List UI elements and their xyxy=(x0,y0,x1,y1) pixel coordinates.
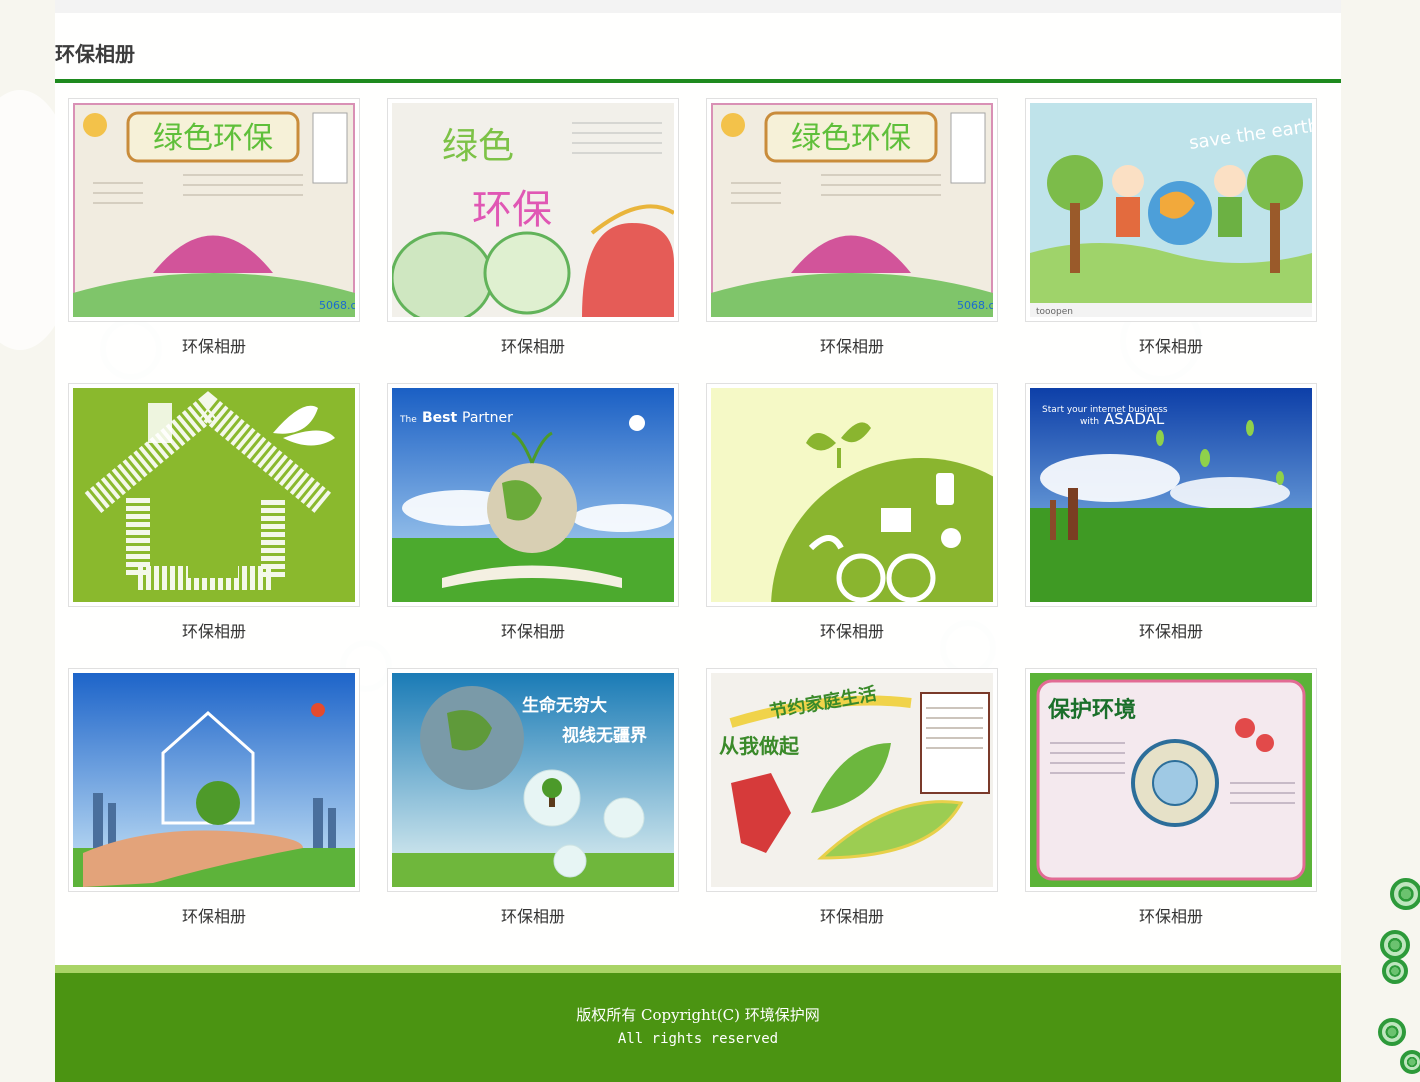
gallery-caption[interactable]: 环保相册 xyxy=(1025,903,1317,927)
poster-site: 5068.com xyxy=(319,299,355,312)
image-text: Best xyxy=(422,410,457,426)
poster-title: 环保 xyxy=(472,187,552,233)
title-divider xyxy=(55,79,1341,83)
poster-title: 绿色 xyxy=(442,126,514,167)
poster-title: 绿色环保 xyxy=(153,121,273,156)
gallery-caption[interactable]: 环保相册 xyxy=(706,903,998,927)
footer-rights: All rights reserved xyxy=(617,1031,779,1047)
gallery-item[interactable]: 保护环境 环保相册 xyxy=(1025,668,1317,927)
gallery-thumbnail[interactable] xyxy=(68,383,360,607)
gallery-thumbnail[interactable]: 节约家庭生活 从我做起 xyxy=(706,668,998,892)
gallery-caption[interactable]: 环保相册 xyxy=(387,333,679,357)
gallery-caption[interactable]: 环保相册 xyxy=(1025,333,1317,357)
gallery-thumbnail[interactable]: 绿色环保 5068.com xyxy=(68,98,360,322)
gallery-caption[interactable]: 环保相册 xyxy=(387,903,679,927)
poster-site: 5068.com xyxy=(957,299,993,312)
footer-stripe xyxy=(55,965,1341,973)
image-text: 从我做起 xyxy=(719,734,800,758)
image-brand: tooopen xyxy=(1036,307,1073,317)
gallery-item[interactable]: 环保相册 xyxy=(68,668,360,927)
gallery-caption[interactable]: 环保相册 xyxy=(68,903,360,927)
gallery-thumbnail[interactable] xyxy=(706,383,998,607)
gallery-item[interactable]: The Best Partner 环保相册 xyxy=(387,383,679,642)
image-text: 保护环境 xyxy=(1047,697,1136,723)
gallery-item[interactable]: 绿色 环保 环保相册 xyxy=(387,98,679,357)
gallery-thumbnail[interactable]: Start your internet business with ASADAL xyxy=(1025,383,1317,607)
decorative-green-dots xyxy=(1368,870,1420,1082)
gallery-thumbnail[interactable] xyxy=(68,668,360,892)
poster-title: 绿色环保 xyxy=(791,121,911,156)
gallery-caption[interactable]: 环保相册 xyxy=(68,618,360,642)
section-title: 环保相册 xyxy=(55,42,135,66)
gallery-item[interactable]: 生命无穷大 视线无疆界 环保相册 xyxy=(387,668,679,927)
gallery-caption[interactable]: 环保相册 xyxy=(706,618,998,642)
gallery-caption[interactable]: 环保相册 xyxy=(1025,618,1317,642)
gallery-thumbnail[interactable]: 绿色 环保 xyxy=(387,98,679,322)
gallery-item[interactable]: 绿色环保 5068.com 环保相册 xyxy=(68,98,360,357)
image-text: 视线无疆界 xyxy=(562,725,647,746)
gallery-thumbnail[interactable]: 保护环境 xyxy=(1025,668,1317,892)
gallery-item[interactable]: save the earth tooopen 环保相册 xyxy=(1025,98,1317,357)
gallery-thumbnail[interactable]: 绿色环保 5068.com xyxy=(706,98,998,322)
gallery-item[interactable]: Start your internet business with ASADAL… xyxy=(1025,383,1317,642)
image-text: 生命无穷大 xyxy=(522,695,607,716)
gallery-thumbnail[interactable]: The Best Partner xyxy=(387,383,679,607)
gallery-caption[interactable]: 环保相册 xyxy=(706,333,998,357)
svg-text:The: The xyxy=(399,415,417,425)
gallery-thumbnail[interactable]: 生命无穷大 视线无疆界 xyxy=(387,668,679,892)
image-text: with xyxy=(1080,417,1099,427)
gallery-item[interactable]: 环保相册 xyxy=(68,383,360,642)
gallery-caption[interactable]: 环保相册 xyxy=(387,618,679,642)
gallery-item[interactable]: 环保相册 xyxy=(706,383,998,642)
gallery-caption[interactable]: 环保相册 xyxy=(68,333,360,357)
image-text: ASADAL xyxy=(1104,410,1165,428)
gallery-item[interactable]: 绿色环保 5068.com 环保相册 xyxy=(706,98,998,357)
footer: 版权所有 Copyright(C) 环境保护网 All rights reser… xyxy=(55,973,1341,1082)
main-container: 环保相册 绿色环保 5068.com xyxy=(55,0,1341,1082)
gallery-thumbnail[interactable]: save the earth tooopen xyxy=(1025,98,1317,322)
gallery-item[interactable]: 节约家庭生活 从我做起 环保相册 xyxy=(706,668,998,927)
footer-copyright: 版权所有 Copyright(C) 环境保护网 xyxy=(576,1006,820,1024)
top-bar xyxy=(55,0,1341,13)
image-text: Partner xyxy=(462,410,513,426)
